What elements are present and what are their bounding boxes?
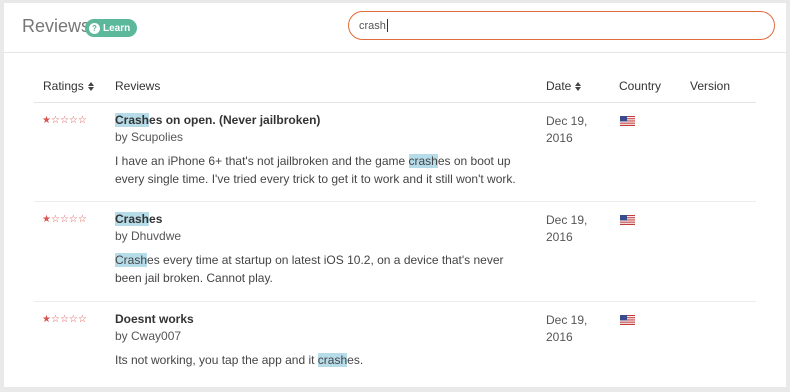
- review-body: Its not working, you tap the app and it …: [115, 351, 545, 369]
- search-highlight: crash: [408, 154, 438, 168]
- review-date-year: 2016: [546, 230, 573, 244]
- review-author: by Dhuvdwe: [115, 229, 182, 243]
- search-value: crash: [359, 19, 386, 32]
- column-date[interactable]: Date: [546, 79, 582, 93]
- table-row: ★ ☆ ☆ ☆ ☆ Doesnt works by Cway007 Its not wo…: [34, 302, 756, 384]
- star-rating: ★ ☆ ☆ ☆ ☆: [42, 116, 87, 126]
- column-ratings[interactable]: Ratings: [43, 79, 94, 93]
- search-input[interactable]: crash: [348, 11, 775, 40]
- review-date-day: Dec 19,: [546, 114, 588, 128]
- search-highlight: crash: [317, 353, 348, 367]
- star-filled-icon: ★: [42, 314, 51, 325]
- review-body: Crashes every time at startup on latest …: [115, 251, 545, 287]
- review-body-text: been jail broken. Cannot play.: [115, 271, 273, 285]
- review-date: Dec 19, 2016: [546, 113, 587, 147]
- star-empty-icon: ☆: [50, 115, 60, 126]
- search-highlight: Crash: [115, 212, 150, 226]
- question-icon: ?: [89, 22, 100, 34]
- review-body-text: es on boot up: [437, 154, 511, 168]
- column-country: Country: [619, 79, 661, 93]
- review-date-day: Dec 19,: [546, 213, 588, 227]
- review-title-text: es: [149, 212, 163, 226]
- star-empty-icon: ☆: [68, 115, 78, 126]
- review-author: by Scupolies: [115, 130, 184, 144]
- table-header: Ratings Reviews Date Country Version: [34, 76, 756, 103]
- review-date-day: Dec 19,: [546, 313, 588, 327]
- page-title: Reviews: [22, 16, 91, 36]
- table-row: ★ ☆ ☆ ☆ ☆ Crashes by Dhuvdwe Crashes every t…: [34, 202, 756, 302]
- star-empty-icon: ☆: [59, 115, 69, 126]
- us-flag-icon: [620, 215, 635, 225]
- column-ratings-label: Ratings: [43, 79, 84, 93]
- star-filled-icon: ★: [42, 115, 51, 126]
- column-country-label: Country: [619, 79, 662, 93]
- star-empty-icon: ☆: [68, 314, 78, 325]
- sort-icon: [87, 81, 94, 91]
- review-body-text: Its not working, you tap the app and it: [115, 353, 318, 367]
- text-caret: [386, 19, 388, 32]
- review-date: Dec 19, 2016: [546, 212, 587, 246]
- table-row: ★ ☆ ☆ ☆ ☆ Crashes on open. (Never jailbroken…: [34, 103, 756, 202]
- review-body-text: I have an iPhone 6+ that's not jailbroke…: [115, 154, 409, 168]
- star-empty-icon: ☆: [77, 214, 87, 225]
- column-date-label: Date: [546, 79, 572, 93]
- review-title: Doesnt works: [115, 312, 194, 326]
- column-reviews-label: Reviews: [115, 79, 161, 93]
- search-highlight: Crash: [115, 113, 150, 127]
- review-date-year: 2016: [546, 131, 573, 145]
- review-date-year: 2016: [546, 330, 573, 344]
- review-author: by Cway007: [115, 329, 182, 343]
- review-title: Crashes: [115, 212, 162, 226]
- learn-label: Learn: [103, 22, 131, 34]
- reviews-panel: Reviews ? Learn crash Ratings Reviews Da…: [4, 3, 786, 387]
- review-date: Dec 19, 2016: [546, 312, 587, 346]
- column-reviews: Reviews: [115, 79, 160, 93]
- star-empty-icon: ☆: [59, 214, 69, 225]
- review-body-text: es every time at startup on latest iOS 1…: [147, 253, 504, 267]
- star-empty-icon: ☆: [77, 314, 87, 325]
- star-empty-icon: ☆: [77, 115, 87, 126]
- star-rating: ★ ☆ ☆ ☆ ☆: [42, 215, 87, 225]
- star-empty-icon: ☆: [59, 314, 69, 325]
- review-body: I have an iPhone 6+ that's not jailbroke…: [115, 152, 545, 188]
- search-highlight: Crash: [115, 253, 148, 267]
- review-title: Crashes on open. (Never jailbroken): [115, 113, 320, 127]
- review-body-text: es.: [347, 353, 364, 367]
- us-flag-icon: [620, 116, 635, 126]
- column-version-label: Version: [690, 79, 731, 93]
- review-title-text: es on open. (Never jailbroken): [149, 113, 321, 127]
- reviews-header: Reviews ? Learn crash: [4, 3, 786, 53]
- star-empty-icon: ☆: [50, 214, 60, 225]
- column-version: Version: [690, 79, 730, 93]
- review-body-text: every single time. I've tried every tric…: [115, 172, 516, 186]
- learn-button[interactable]: ? Learn: [85, 19, 138, 37]
- star-empty-icon: ☆: [68, 214, 78, 225]
- star-empty-icon: ☆: [50, 314, 60, 325]
- sort-icon: [575, 81, 582, 91]
- star-rating: ★ ☆ ☆ ☆ ☆: [42, 315, 87, 325]
- us-flag-icon: [620, 315, 635, 325]
- star-filled-icon: ★: [42, 214, 51, 225]
